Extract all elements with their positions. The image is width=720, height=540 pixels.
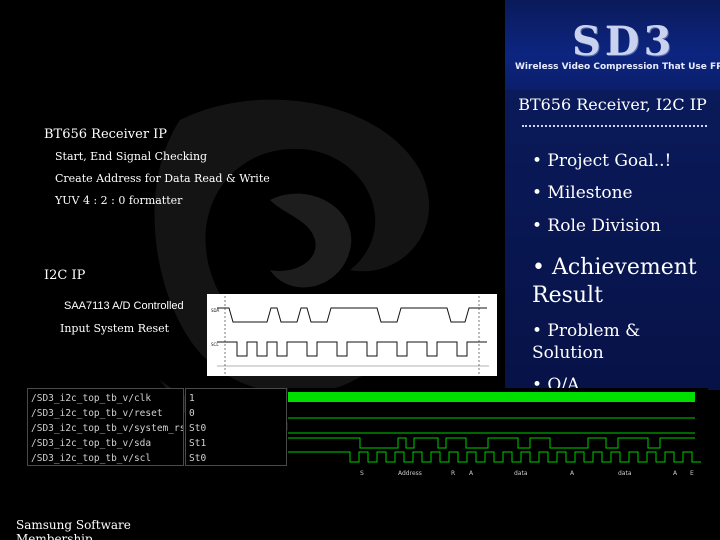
bt656-heading: BT656 Receiver IP <box>44 127 168 142</box>
footer-line: Membership <box>16 532 93 540</box>
phase-label: R <box>451 470 456 477</box>
bt656-item: Start, End Signal Checking <box>55 150 208 163</box>
scl-trace <box>288 451 701 463</box>
bt656-item: YUV 4 : 2 : 0 formatter <box>55 194 183 207</box>
signal-value: 0 <box>189 408 195 419</box>
bt656-item: Create Address for Data Read & Write <box>55 172 270 185</box>
phase-label: E <box>690 470 694 477</box>
waveform-svg <box>288 392 701 463</box>
clk-trace <box>288 392 695 402</box>
waveform-phase-labels: S Address R A data A data A E <box>288 470 708 482</box>
signal-name[interactable]: /SD3_i2c_top_tb_v/reset <box>28 406 183 421</box>
phase-label: A <box>673 470 678 477</box>
sd3-logo: SD3 <box>572 18 676 65</box>
nav-item-problem-solution[interactable]: • Problem & Solution <box>532 320 682 364</box>
signal-value: St1 <box>189 438 207 449</box>
phase-label: S <box>360 470 364 477</box>
signal-name[interactable]: /SD3_i2c_top_tb_v/sda <box>28 436 183 451</box>
phase-label: A <box>469 470 474 477</box>
phase-label: A <box>570 470 575 477</box>
waveform-traces[interactable] <box>288 388 708 466</box>
footer-line: Samsung Software <box>16 518 131 532</box>
i2c-item: Input System Reset <box>60 322 170 335</box>
waveform-value-list: 1 0 St0 St1 St0 <box>185 388 287 466</box>
nav-item-project-goal[interactable]: • Project Goal..! <box>532 150 671 172</box>
signal-value: 1 <box>189 393 195 404</box>
signal-name[interactable]: /SD3_i2c_top_tb_v/scl <box>28 451 183 466</box>
nav-item-achievement-result[interactable]: • Achievement Result <box>532 254 712 310</box>
i2c-timing-diagram: SDA SCL <box>207 294 497 376</box>
slide: SD3 Wireless Video Compression That Use … <box>0 0 720 540</box>
title-divider <box>522 125 707 127</box>
sda-trace <box>288 437 695 449</box>
waveform-signal-list: /SD3_i2c_top_tb_v/clk /SD3_i2c_top_tb_v/… <box>27 388 184 466</box>
background-swirl-graphic <box>154 99 430 431</box>
signal-value: St0 <box>189 453 207 464</box>
panel-title: BT656 Receiver, I2C IP <box>518 95 707 114</box>
svg-text:SCL: SCL <box>211 342 219 347</box>
nav-item-role-division[interactable]: • Role Division <box>532 215 661 237</box>
i2c-heading: I2C IP <box>44 268 86 283</box>
signal-value: St0 <box>189 423 207 434</box>
phase-label: data <box>514 470 528 477</box>
phase-label: Address <box>398 470 422 477</box>
signal-name[interactable]: /SD3_i2c_top_tb_v/system_rst <box>28 421 183 436</box>
nav-item-milestone[interactable]: • Milestone <box>532 182 633 204</box>
tagline: Wireless Video Compression That Use FPGA <box>515 62 720 72</box>
svg-text:SDA: SDA <box>211 308 220 313</box>
phase-label: data <box>618 470 632 477</box>
footer: Samsung Software Membership <box>16 518 131 540</box>
signal-name[interactable]: /SD3_i2c_top_tb_v/clk <box>28 391 183 406</box>
i2c-item: SAA7113 A/D Controlled <box>64 300 184 312</box>
